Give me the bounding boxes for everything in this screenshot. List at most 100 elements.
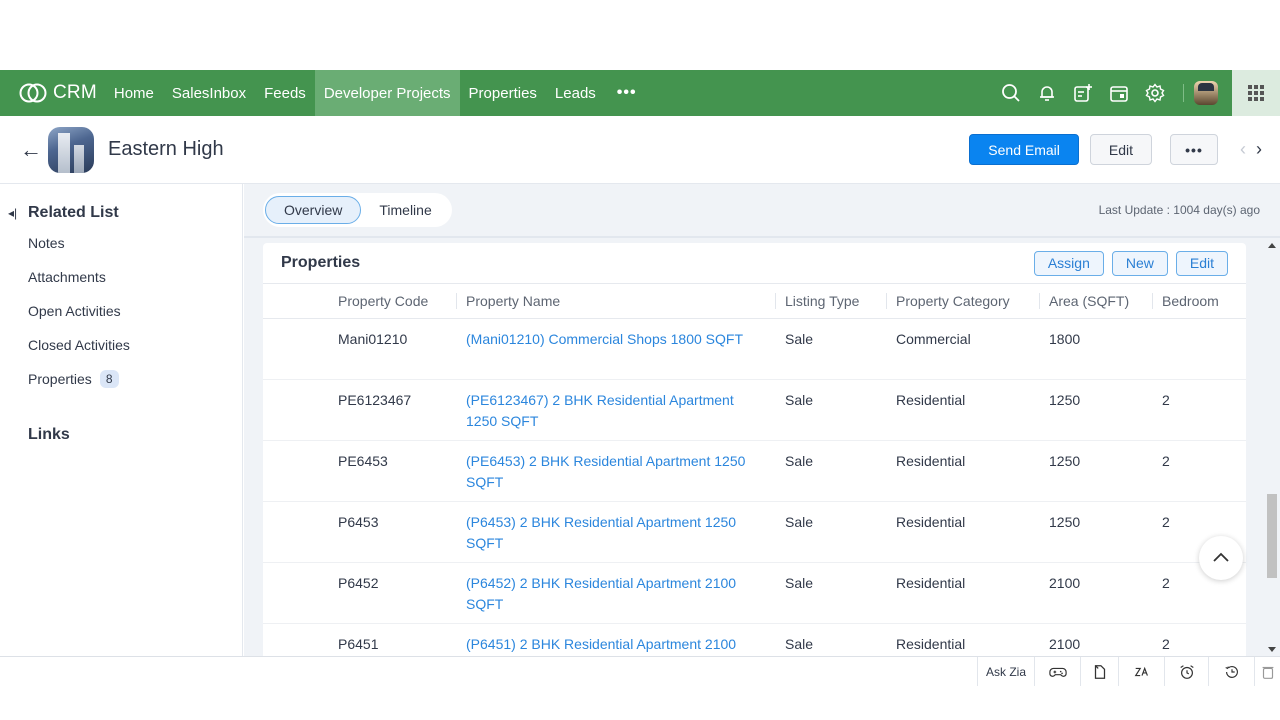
property-category-cell: Residential (886, 623, 1039, 656)
bell-icon[interactable] (1029, 70, 1065, 116)
property-category-cell: Commercial (886, 318, 1039, 380)
assign-button[interactable]: Assign (1033, 250, 1104, 276)
column-listing-type[interactable]: Listing Type (775, 284, 886, 319)
table-row[interactable]: Mani01210 (Mani01210) Commercial Shops 1… (263, 318, 1246, 380)
nav-properties[interactable]: Properties (460, 70, 546, 116)
nav-more-button[interactable]: ••• (605, 84, 649, 102)
top-navbar: CRM Home SalesInbox Feeds Developer Proj… (0, 70, 1280, 116)
top-blank-area (0, 0, 1280, 70)
collapse-sidebar-icon[interactable]: ◂| (8, 206, 28, 220)
table-row[interactable]: P6451 (P6451) 2 BHK Residential Apartmen… (263, 623, 1246, 656)
table-row[interactable]: PE6123467 (PE6123467) 2 BHK Residential … (263, 379, 1246, 441)
edit-record-button[interactable]: Edit (1089, 134, 1152, 165)
scroll-up-arrow-icon[interactable] (1268, 243, 1276, 248)
next-record-icon[interactable]: › (1256, 139, 1262, 160)
sidebar-item-attachments[interactable]: Attachments (28, 260, 242, 294)
sidebar-item-open-activities[interactable]: Open Activities (28, 294, 242, 328)
notes-icon[interactable] (1080, 657, 1118, 687)
property-name-link[interactable]: (PE6453) 2 BHK Residential Apartment 125… (456, 440, 775, 502)
crm-logo[interactable]: CRM (18, 82, 97, 104)
record-header: ← Eastern High Send Email Edit ••• ‹ › (0, 116, 1280, 184)
table-row[interactable]: PE6453 (PE6453) 2 BHK Residential Apartm… (263, 440, 1246, 502)
vertical-scrollbar[interactable] (1264, 239, 1280, 656)
more-actions-button[interactable]: ••• (1170, 134, 1218, 165)
properties-table: Property Code Property Name Listing Type… (263, 284, 1246, 656)
area-cell: 1800 (1039, 318, 1152, 380)
properties-related-list: Properties Assign New Edit Property Code… (263, 243, 1246, 656)
tab-overview[interactable]: Overview (265, 196, 362, 224)
row-lead-cell (263, 379, 328, 441)
table-row[interactable]: P6452 (P6452) 2 BHK Residential Apartmen… (263, 562, 1246, 624)
new-property-button[interactable]: New (1111, 250, 1168, 276)
column-lead (263, 284, 328, 319)
property-name-link[interactable]: (P6451) 2 BHK Residential Apartment 2100… (456, 623, 775, 656)
search-icon[interactable] (993, 70, 1029, 116)
edit-properties-button[interactable]: Edit (1175, 250, 1228, 276)
area-cell: 1250 (1039, 440, 1152, 502)
listing-type-cell: Sale (775, 562, 886, 624)
table-header-row: Property Code Property Name Listing Type… (263, 284, 1246, 319)
nav-leads[interactable]: Leads (546, 70, 605, 116)
back-arrow-icon[interactable]: ← (20, 137, 42, 163)
column-area[interactable]: Area (SQFT) (1039, 284, 1152, 319)
property-category-cell: Residential (886, 440, 1039, 502)
bedroom-cell: 2 (1152, 623, 1246, 656)
previous-record-icon[interactable]: ‹ (1240, 139, 1246, 160)
send-email-button[interactable]: Send Email (969, 134, 1079, 165)
count-badge: 8 (99, 370, 119, 388)
sidebar-item-closed-activities[interactable]: Closed Activities (28, 328, 242, 362)
sidebar-item-label: Notes (28, 235, 65, 251)
table-row[interactable]: P6453 (P6453) 2 BHK Residential Apartmen… (263, 501, 1246, 563)
scroll-down-arrow-icon[interactable] (1268, 647, 1276, 652)
gear-icon[interactable] (1137, 70, 1173, 116)
nav-home[interactable]: Home (105, 70, 163, 116)
add-note-icon[interactable] (1065, 70, 1101, 116)
calendar-icon[interactable] (1101, 70, 1137, 116)
row-lead-cell (263, 562, 328, 624)
record-title: Eastern High (108, 138, 224, 160)
listing-type-cell: Sale (775, 379, 886, 441)
sidebar-item-properties[interactable]: Properties 8 (28, 362, 242, 396)
listing-type-cell: Sale (775, 623, 886, 656)
sidebar-item-label: Attachments (28, 269, 106, 285)
sidebar-item-label: Open Activities (28, 303, 121, 319)
alarm-icon[interactable] (1164, 657, 1208, 687)
area-cell: 2100 (1039, 562, 1152, 624)
property-name-link[interactable]: (P6452) 2 BHK Residential Apartment 2100… (456, 562, 775, 624)
area-cell: 1250 (1039, 501, 1152, 563)
links-title[interactable]: Links (28, 426, 242, 444)
property-name-link[interactable]: (Mani01210) Commercial Shops 1800 SQFT (456, 318, 775, 380)
column-bedroom[interactable]: Bedroom (1152, 284, 1246, 319)
zia-icon[interactable] (1118, 657, 1164, 687)
area-cell: 1250 (1039, 379, 1152, 441)
history-icon[interactable] (1208, 657, 1254, 687)
main-content: Overview Timeline Last Update : 1004 day… (244, 184, 1280, 656)
related-list-sidebar: ◂| Related List Notes Attachments Open A… (0, 184, 243, 656)
nav-developer-projects[interactable]: Developer Projects (314, 70, 460, 116)
properties-section-title: Properties (281, 254, 361, 271)
apps-grid-button[interactable] (1232, 70, 1280, 116)
ask-zia-button[interactable]: Ask Zia (977, 657, 1034, 687)
property-name-link[interactable]: (PE6123467) 2 BHK Residential Apartment … (456, 379, 775, 441)
scrollbar-thumb[interactable] (1267, 494, 1277, 578)
user-avatar[interactable] (1194, 81, 1218, 105)
column-property-name[interactable]: Property Name (456, 284, 775, 319)
nav-divider (1183, 84, 1184, 102)
property-category-cell: Residential (886, 379, 1039, 441)
recycle-bin-icon[interactable] (1254, 657, 1280, 687)
gamepad-icon[interactable] (1034, 657, 1080, 687)
row-lead-cell (263, 440, 328, 502)
tab-timeline[interactable]: Timeline (361, 196, 449, 224)
column-property-category[interactable]: Property Category (886, 284, 1039, 319)
nav-feeds[interactable]: Feeds (255, 70, 315, 116)
nav-salesinbox[interactable]: SalesInbox (163, 70, 255, 116)
sidebar-item-label: Properties (28, 371, 92, 387)
column-property-code[interactable]: Property Code (328, 284, 456, 319)
grid-icon (1248, 85, 1264, 101)
property-name-link[interactable]: (P6453) 2 BHK Residential Apartment 1250… (456, 501, 775, 563)
scroll-to-top-button[interactable] (1199, 536, 1243, 580)
area-cell: 2100 (1039, 623, 1152, 656)
last-update-text: Last Update : 1004 day(s) ago (1098, 203, 1260, 217)
sidebar-item-notes[interactable]: Notes (28, 226, 242, 260)
property-code-cell: P6453 (328, 501, 456, 563)
